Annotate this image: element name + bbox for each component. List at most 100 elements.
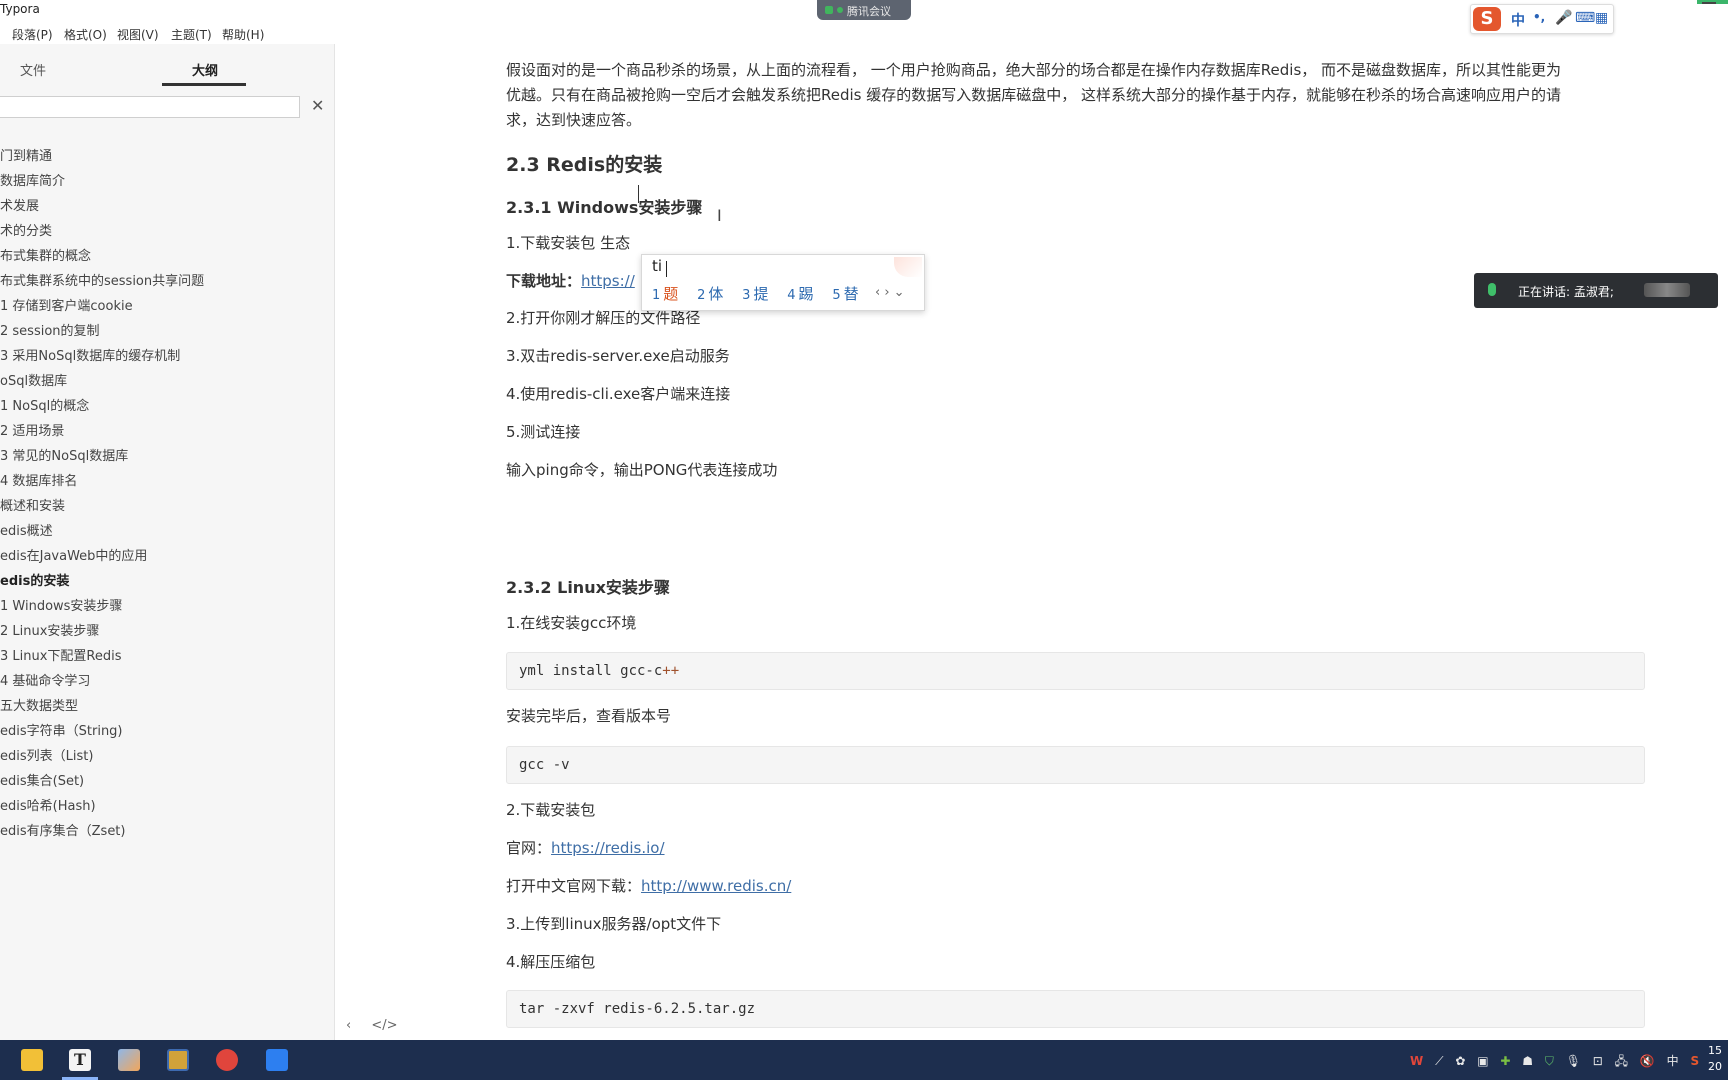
outline-item[interactable]: oSql数据库 xyxy=(0,369,334,394)
code-text: gcc -v xyxy=(519,757,570,773)
menu-paragraph[interactable]: 段落(P) xyxy=(12,26,53,43)
code-block[interactable]: gcc -v xyxy=(506,746,1645,784)
window-icon[interactable]: ▣ xyxy=(1477,1054,1488,1068)
active-tab-indicator xyxy=(162,83,246,86)
menu-help[interactable]: 帮助(H) xyxy=(222,26,264,43)
code-text: yml install gcc-c xyxy=(519,663,663,679)
clock[interactable]: 15 20 xyxy=(1708,1043,1722,1075)
candidate-char: 提 xyxy=(753,285,769,303)
candidate-char: 体 xyxy=(708,285,724,303)
outline-item[interactable]: 2 适用场景 xyxy=(0,419,334,444)
outline-item[interactable]: 门到精通 xyxy=(0,144,334,169)
ime-candidate[interactable]: 4踢 xyxy=(787,285,813,303)
heading-linux-install: 2.3.2 Linux安装步骤 xyxy=(506,578,670,597)
outline-search-input[interactable] xyxy=(0,96,300,118)
ime-page-nav-icon[interactable]: ‹ › ⌄ xyxy=(875,285,905,300)
download-link[interactable]: https:// xyxy=(581,272,635,290)
cn-site-link[interactable]: http://www.redis.cn/ xyxy=(641,877,791,895)
menu-view[interactable]: 视图(V) xyxy=(117,26,159,43)
paint-icon[interactable] xyxy=(109,1044,149,1076)
wps-icon[interactable]: W xyxy=(1410,1054,1423,1068)
site-link[interactable]: https://redis.io/ xyxy=(551,839,665,857)
outline-item[interactable]: 五大数据类型 xyxy=(0,694,334,719)
menu-format[interactable]: 格式(O) xyxy=(64,26,107,43)
cloud-icon[interactable]: ☗ xyxy=(1522,1054,1533,1068)
outline-item[interactable]: edis概述 xyxy=(0,519,334,544)
menu-theme[interactable]: 主题(T) xyxy=(171,26,212,43)
ime-toolbar[interactable]: S 中 •, 🎤 ⌨ ▦ xyxy=(1470,4,1614,34)
input-language-icon[interactable]: 中 xyxy=(1667,1054,1679,1068)
tencent-meeting-icon[interactable] xyxy=(257,1044,297,1076)
outline-item-active[interactable]: edis的安装 xyxy=(0,569,334,594)
clock-time: 15 xyxy=(1708,1044,1722,1057)
network-icon[interactable]: 🖧 xyxy=(1615,1054,1628,1068)
outline-item[interactable]: edis哈希(Hash) xyxy=(0,794,334,819)
ime-candidate-popup[interactable]: ti 1题 2体 3提 4踢 5替 ‹ › ⌄ xyxy=(641,254,925,311)
download-label: 下载地址： xyxy=(506,272,582,290)
meeting-indicator[interactable]: 腾讯会议 xyxy=(817,0,911,20)
outline-item[interactable]: edis集合(Set) xyxy=(0,769,334,794)
shield-icon[interactable]: ⛉ xyxy=(1545,1054,1554,1068)
outline-item[interactable]: 2 session的复制 xyxy=(0,319,334,344)
volume-muted-icon[interactable]: 🔇 xyxy=(1640,1054,1655,1068)
code-block[interactable]: tar -zxvf redis-6.2.5.tar.gz xyxy=(506,990,1645,1028)
outline-item[interactable]: 3 采用NoSql数据库的缓存机制 xyxy=(0,344,334,369)
candidate-char: 替 xyxy=(843,285,859,303)
signal-icon xyxy=(825,6,833,14)
device-icon[interactable]: ⊡ xyxy=(1593,1054,1603,1068)
sublime-icon[interactable] xyxy=(158,1044,198,1076)
ime-keyboard-icon[interactable]: ⌨ xyxy=(1575,10,1595,26)
outline-item[interactable]: 数据库简介 xyxy=(0,169,334,194)
candidate-number: 2 xyxy=(697,288,706,303)
windows-step: 3.双击redis-server.exe启动服务 xyxy=(506,347,730,365)
ime-candidate[interactable]: 5替 xyxy=(832,285,858,303)
collapse-sidebar-icon[interactable]: ‹ xyxy=(346,1018,351,1033)
file-explorer-icon[interactable] xyxy=(12,1044,52,1076)
minimize-icon[interactable] xyxy=(1702,2,1716,4)
ime-mic-icon[interactable]: 🎤 xyxy=(1555,10,1572,26)
code-block[interactable]: yml install gcc-c++ xyxy=(506,652,1645,690)
outline-item[interactable]: 4 基础命令学习 xyxy=(0,669,334,694)
outline-item[interactable]: 1 存储到客户端cookie xyxy=(0,294,334,319)
intro-paragraph-line: 优越。只有在商品被抢购一空后才会触发系统把Redis 缓存的数据写入数据库磁盘中… xyxy=(506,86,1562,104)
outline-item[interactable]: 布式集群系统中的session共享问题 xyxy=(0,269,334,294)
sogou-tray-icon[interactable]: S xyxy=(1691,1054,1700,1068)
outline-item[interactable]: edis有序集合（Zset) xyxy=(0,819,334,844)
flower-icon[interactable]: ✿ xyxy=(1455,1054,1465,1068)
typora-icon[interactable]: T xyxy=(60,1044,100,1076)
outline-item[interactable]: 3 Linux下配置Redis xyxy=(0,644,334,669)
intro-paragraph-line: 假设面对的是一个商品秒杀的场景，从上面的流程看， 一个用户抢购商品，绝大部分的场… xyxy=(506,61,1562,79)
mic-tray-icon[interactable]: 🎙 xyxy=(1566,1054,1581,1068)
ime-candidate[interactable]: 1题 xyxy=(652,285,678,303)
outline-item[interactable]: 1 Windows安装步骤 xyxy=(0,594,334,619)
plus-icon[interactable]: ✚ xyxy=(1500,1054,1510,1068)
recorder-icon[interactable] xyxy=(207,1044,247,1076)
linux-step: 1.在线安装gcc环境 xyxy=(506,614,637,632)
source-mode-icon[interactable]: </> xyxy=(371,1018,397,1033)
windows-step: 1.下载安装包 生态 xyxy=(506,234,631,252)
outline-item[interactable]: 1 NoSql的概念 xyxy=(0,394,334,419)
outline-item[interactable]: 术的分类 xyxy=(0,219,334,244)
tab-files[interactable]: 文件 xyxy=(20,60,46,79)
outline-item[interactable]: edis列表（List) xyxy=(0,744,334,769)
pen-icon[interactable]: ⟋ xyxy=(1435,1054,1443,1068)
outline-item[interactable]: 2 Linux安装步骤 xyxy=(0,619,334,644)
outline-item[interactable]: 布式集群的概念 xyxy=(0,244,334,269)
ime-candidate[interactable]: 3提 xyxy=(742,285,768,303)
tab-outline[interactable]: 大纲 xyxy=(192,60,218,79)
sogou-logo-icon[interactable]: S xyxy=(1473,7,1501,31)
ime-grid-icon[interactable]: ▦ xyxy=(1595,10,1608,26)
outline-item[interactable]: edis在JavaWeb中的应用 xyxy=(0,544,334,569)
outline-item[interactable]: 概述和安装 xyxy=(0,494,334,519)
window-title: Typora xyxy=(0,2,40,16)
chinese-site: 打开中文官网下载：http://www.redis.cn/ xyxy=(506,874,791,899)
linux-step: 2.下载安装包 xyxy=(506,801,596,819)
close-icon[interactable]: ✕ xyxy=(311,96,324,115)
outline-item[interactable]: edis字符串（String) xyxy=(0,719,334,744)
outline-item[interactable]: 3 常见的NoSql数据库 xyxy=(0,444,334,469)
outline-item[interactable]: 术发展 xyxy=(0,194,334,219)
ime-chinese-mode[interactable]: 中 xyxy=(1511,10,1525,30)
ime-candidate[interactable]: 2体 xyxy=(697,285,723,303)
ime-punctuation-icon[interactable]: •, xyxy=(1533,10,1545,24)
outline-item[interactable]: 4 数据库排名 xyxy=(0,469,334,494)
